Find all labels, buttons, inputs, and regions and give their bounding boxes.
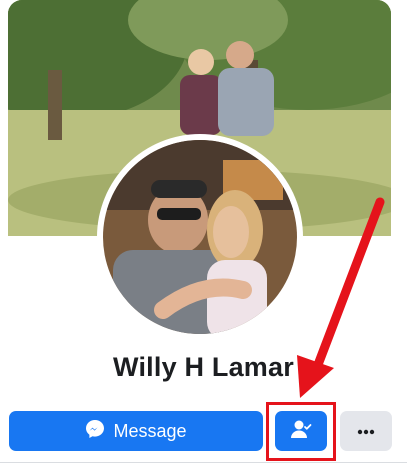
more-dots-icon [357, 422, 375, 440]
divider [0, 462, 407, 463]
highlight-box [266, 402, 336, 461]
profile-name: Willy H Lamar [113, 352, 294, 382]
avatar[interactable] [103, 140, 297, 334]
more-options-button[interactable] [340, 411, 392, 451]
messenger-icon [85, 419, 105, 444]
message-button[interactable]: Message [9, 411, 263, 451]
profile-picture-frame [97, 134, 303, 340]
message-button-label: Message [113, 420, 187, 441]
